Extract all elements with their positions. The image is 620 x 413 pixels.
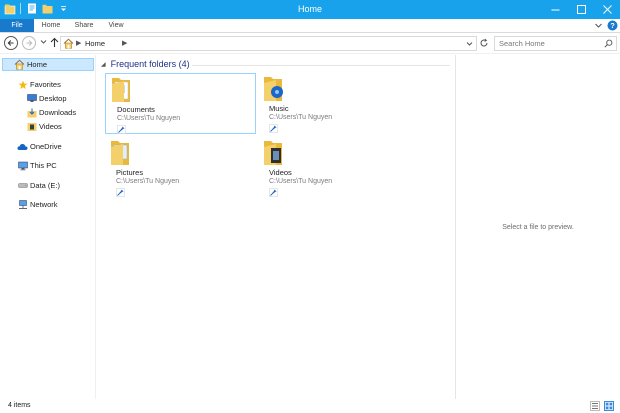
view-switcher <box>590 401 614 411</box>
window-title: Home <box>297 4 322 14</box>
sidebar-item-favorites[interactable]: Favorites <box>17 78 61 91</box>
frequent-folders-group-header[interactable]: ◢ Frequent folders (4) <box>101 59 190 69</box>
pin-icon <box>116 188 125 199</box>
search-input[interactable]: Search Home <box>494 36 617 51</box>
group-title: Frequent folders (4) <box>110 59 190 69</box>
search-icon[interactable] <box>604 39 613 50</box>
computer-icon <box>17 160 28 171</box>
sidebar-item-label: Network <box>30 200 58 209</box>
music-folder-icon <box>262 74 284 102</box>
tab-share[interactable]: Share <box>70 19 98 32</box>
help-icon[interactable]: ? <box>607 20 618 33</box>
status-bar: 4 items <box>0 399 620 413</box>
sidebar-item-onedrive[interactable]: OneDrive <box>17 140 62 153</box>
breadcrumb-chevron-icon[interactable]: ▶ <box>122 39 127 47</box>
address-bar[interactable]: ▶ Home ▶ <box>60 36 477 51</box>
home-icon <box>14 59 25 70</box>
sidebar-item-label: Desktop <box>39 94 67 103</box>
folder-tile-pictures[interactable]: Pictures C:\Users\Tu Nguyen <box>105 137 256 198</box>
address-toolbar: ▶ Home ▶ Search Home <box>0 33 620 54</box>
preview-pane: Select a file to preview. <box>455 55 620 399</box>
folder-tile-documents[interactable]: Documents C:\Users\Tu Nguyen <box>105 73 256 134</box>
documents-folder-icon <box>110 75 132 103</box>
collapse-group-icon[interactable]: ◢ <box>101 61 106 68</box>
folder-name: Videos <box>269 168 292 177</box>
star-icon <box>17 79 28 90</box>
folder-path: C:\Users\Tu Nguyen <box>269 178 333 185</box>
drive-icon <box>17 180 28 191</box>
breadcrumb-home[interactable]: Home <box>85 39 105 48</box>
sidebar-item-label: Videos <box>39 122 62 131</box>
sidebar-item-label: OneDrive <box>30 142 62 151</box>
sidebar-item-label: Downloads <box>39 108 77 117</box>
details-view-button[interactable] <box>590 401 600 411</box>
pin-icon <box>269 124 278 135</box>
window-controls <box>542 0 620 19</box>
folder-tile-videos[interactable]: Videos C:\Users\Tu Nguyen <box>258 137 409 198</box>
sidebar-item-downloads[interactable]: Downloads <box>26 106 76 119</box>
network-icon <box>17 199 28 210</box>
folder-path: C:\Users\Tu Nguyen <box>116 178 180 185</box>
group-divider <box>192 65 450 66</box>
large-icons-view-button[interactable] <box>604 401 614 411</box>
tab-file[interactable]: File <box>0 19 34 32</box>
folder-tile-music[interactable]: Music C:\Users\Tu Nguyen <box>258 73 409 134</box>
sidebar-item-label: Home <box>27 60 48 69</box>
expand-ribbon-icon[interactable] <box>594 21 603 32</box>
recent-locations-dropdown-icon[interactable] <box>40 38 47 47</box>
cloud-icon <box>17 141 28 152</box>
sidebar-item-this-pc[interactable]: This PC <box>17 159 57 172</box>
title-bar: Home <box>0 0 620 19</box>
breadcrumb-chevron-icon[interactable]: ▶ <box>76 39 81 47</box>
up-arrow-icon[interactable] <box>50 37 59 50</box>
downloads-icon <box>26 107 37 118</box>
search-placeholder: Search Home <box>499 39 545 48</box>
close-button[interactable] <box>594 0 620 19</box>
svg-text:?: ? <box>610 21 615 30</box>
pin-icon <box>117 125 126 136</box>
videos-icon <box>26 121 37 132</box>
minimize-button[interactable] <box>542 0 568 19</box>
address-history-dropdown-icon[interactable] <box>466 40 473 49</box>
ribbon-right-controls: ? <box>594 20 618 33</box>
sidebar-item-desktop[interactable]: Desktop <box>26 92 67 105</box>
sidebar-item-label: This PC <box>30 161 57 170</box>
home-icon <box>63 38 74 51</box>
item-count: 4 items <box>8 402 31 409</box>
pictures-folder-icon <box>109 138 131 166</box>
folder-name: Documents <box>117 105 155 114</box>
sidebar-item-network[interactable]: Network <box>17 198 58 211</box>
forward-button[interactable] <box>22 36 36 50</box>
back-button[interactable] <box>4 36 18 50</box>
refresh-button[interactable] <box>478 37 490 49</box>
folder-path: C:\Users\Tu Nguyen <box>117 115 181 122</box>
sidebar-item-label: Favorites <box>30 80 61 89</box>
maximize-button[interactable] <box>568 0 594 19</box>
folder-name: Music <box>269 104 289 113</box>
sidebar-item-home[interactable]: Home <box>2 58 94 71</box>
ribbon-tabs: File Home Share View ? <box>0 19 620 33</box>
sidebar-item-videos[interactable]: Videos <box>26 120 62 133</box>
tab-home[interactable]: Home <box>38 19 64 32</box>
desktop-icon <box>26 93 37 104</box>
sidebar-item-data-drive[interactable]: Data (E:) <box>17 179 60 192</box>
sidebar-item-label: Data (E:) <box>30 181 61 190</box>
navigation-pane: Home Favorites Desktop Downloads Videos … <box>0 55 96 399</box>
tab-view[interactable]: View <box>104 19 128 32</box>
folder-path: C:\Users\Tu Nguyen <box>269 114 333 121</box>
preview-message: Select a file to preview. <box>502 224 574 231</box>
content-pane: ◢ Frequent folders (4) Documents C:\User… <box>97 55 454 399</box>
videos-folder-icon <box>262 138 284 166</box>
folder-name: Pictures <box>116 168 144 177</box>
pin-icon <box>269 188 278 199</box>
